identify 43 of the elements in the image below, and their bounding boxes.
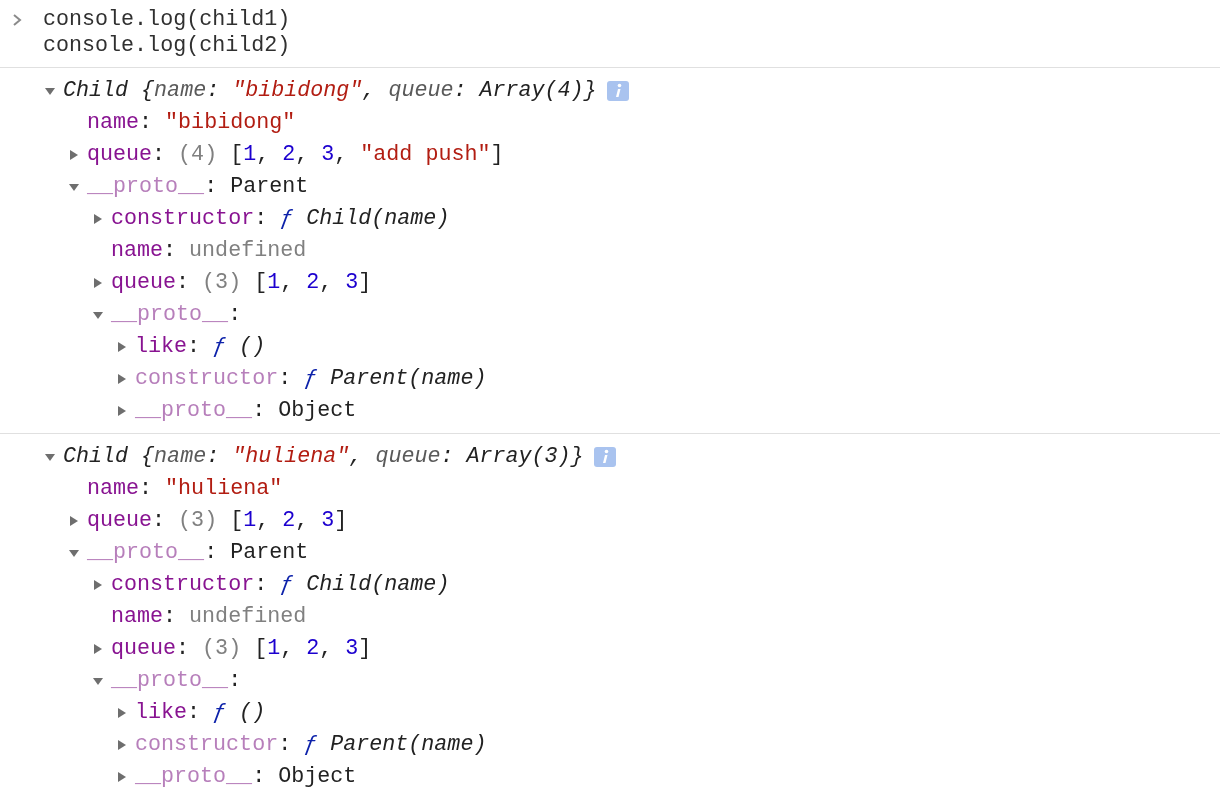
- property-line: like: ƒ (): [135, 333, 266, 361]
- property-line: queue: (3) [1, 2, 3]: [111, 635, 372, 663]
- property-line: constructor: ƒ Child(name): [111, 205, 450, 233]
- expanded-triangle-icon[interactable]: [44, 451, 56, 463]
- collapsed-triangle-icon[interactable]: [116, 739, 128, 751]
- collapsed-triangle-icon[interactable]: [116, 771, 128, 783]
- property-line: __proto__:: [111, 301, 242, 329]
- expanded-triangle-icon[interactable]: [68, 181, 80, 193]
- collapsed-triangle-icon[interactable]: [92, 643, 104, 655]
- property-line: name: undefined: [111, 603, 307, 631]
- property-line: constructor: ƒ Parent(name): [135, 731, 487, 759]
- property-line: __proto__: Parent: [87, 539, 309, 567]
- collapsed-triangle-icon[interactable]: [116, 341, 128, 353]
- property-line: __proto__: Parent: [87, 173, 309, 201]
- collapsed-triangle-icon[interactable]: [92, 277, 104, 289]
- property-line: constructor: ƒ Parent(name): [135, 365, 487, 393]
- collapsed-triangle-icon[interactable]: [116, 707, 128, 719]
- collapsed-triangle-icon[interactable]: [68, 515, 80, 527]
- property-line: name: "bibidong": [87, 109, 296, 137]
- property-line: name: undefined: [111, 237, 307, 265]
- property-line: queue: (3) [1, 2, 3]: [111, 269, 372, 297]
- expanded-triangle-icon[interactable]: [68, 547, 80, 559]
- object-summary: Child {name: "bibidong", queue: Array(4)}: [63, 77, 597, 105]
- collapsed-triangle-icon[interactable]: [68, 149, 80, 161]
- collapsed-triangle-icon[interactable]: [92, 213, 104, 225]
- property-line: constructor: ƒ Child(name): [111, 571, 450, 599]
- expanded-triangle-icon[interactable]: [92, 675, 104, 687]
- collapsed-triangle-icon[interactable]: [92, 579, 104, 591]
- prompt-chevron-icon: [12, 13, 22, 27]
- expanded-triangle-icon[interactable]: [44, 85, 56, 97]
- property-line: name: "huliena": [87, 475, 283, 503]
- property-line: queue: (3) [1, 2, 3]: [87, 507, 348, 535]
- property-line: __proto__: Object: [135, 763, 357, 791]
- property-line: like: ƒ (): [135, 699, 266, 727]
- command-line: console.log(child2): [43, 31, 291, 60]
- collapsed-triangle-icon[interactable]: [116, 373, 128, 385]
- property-line: __proto__: Object: [135, 397, 357, 425]
- property-line: queue: (4) [1, 2, 3, "add push"]: [87, 141, 504, 169]
- collapsed-triangle-icon[interactable]: [116, 405, 128, 417]
- expanded-triangle-icon[interactable]: [92, 309, 104, 321]
- property-line: __proto__:: [111, 667, 242, 695]
- command-line: console.log(child1): [43, 5, 291, 34]
- object-summary: Child {name: "huliena", queue: Array(3)}: [63, 443, 584, 471]
